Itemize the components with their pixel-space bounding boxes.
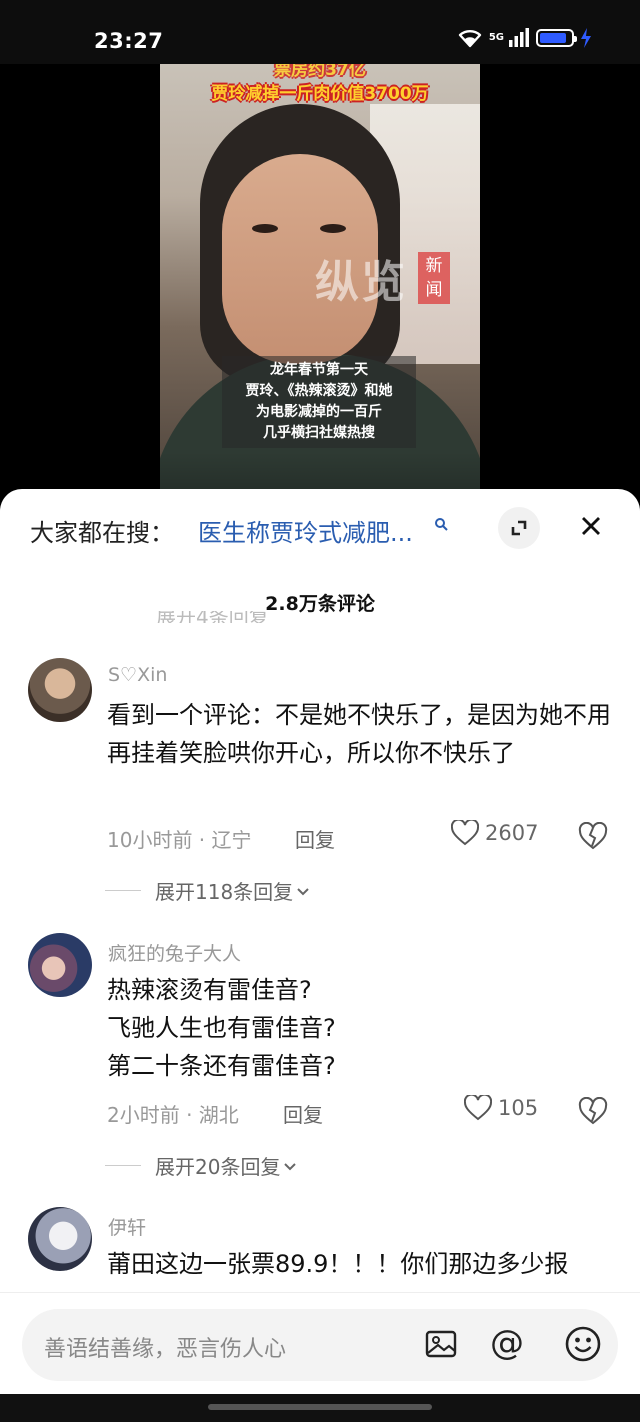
- comment-username[interactable]: S♡Xin: [108, 664, 167, 686]
- reply-button[interactable]: 回复: [283, 1099, 323, 1128]
- comment-input-placeholder: 善语结善缘，恶言伤人心: [44, 1337, 287, 1362]
- watermark-logo: 纵览: [315, 257, 407, 308]
- comment-username[interactable]: 伊轩: [108, 1213, 146, 1240]
- network-type-label: 5G: [488, 32, 504, 43]
- reply-button[interactable]: 回复: [295, 824, 335, 853]
- comment-input[interactable]: 善语结善缘，恶言伤人心 @: [22, 1309, 618, 1381]
- chevron-down-icon: [297, 887, 309, 895]
- charging-bolt-icon: [581, 28, 591, 48]
- watermark-badge: 新闻: [418, 252, 450, 304]
- heart-icon: [464, 1095, 492, 1121]
- emoji-icon[interactable]: [564, 1325, 602, 1363]
- video-frame[interactable]: 票房约37亿 贾玲减掉一斤肉价值3700万 纵览 新闻 龙年春节第一天 贾玲、《…: [160, 64, 480, 504]
- status-icons: 5G: [457, 28, 592, 48]
- trending-search-row[interactable]: 大家都在搜： 医生称贾玲式减肥...: [0, 489, 640, 567]
- expand-replies-button[interactable]: 展开20条回复: [105, 1151, 300, 1180]
- like-button[interactable]: 2607: [451, 820, 538, 846]
- scrolled-expand-replies: 展开4条回复: [156, 611, 269, 623]
- chevron-down-icon: [284, 1162, 297, 1170]
- video-caption-top: 票房约37亿 贾玲减掉一斤肉价值3700万: [211, 64, 429, 104]
- like-count: 2607: [485, 821, 539, 845]
- battery-icon: [536, 29, 577, 47]
- comment-text: 看到一个评论：不是她不快乐了，是因为她不用再挂着笑脸哄你开心，所以你不快乐了: [107, 701, 611, 767]
- avatar[interactable]: [28, 1207, 92, 1271]
- broken-heart-icon[interactable]: [578, 822, 608, 850]
- comments-sheet: 大家都在搜： 医生称贾玲式减肥... 2.8万条评论 展开4条回复 S♡Xin …: [0, 489, 640, 1422]
- video-subtitle: 龙年春节第一天 贾玲、《热辣滚烫》和她 为电影减掉的一百斤 几乎横扫社媒热搜: [222, 356, 416, 448]
- search-icon[interactable]: [434, 517, 448, 531]
- mention-icon[interactable]: @: [490, 1323, 524, 1363]
- avatar[interactable]: [28, 658, 92, 722]
- broken-heart-icon[interactable]: [578, 1097, 608, 1125]
- expand-replies-button[interactable]: 展开118条回复: [105, 876, 313, 905]
- video-player[interactable]: 票房约37亿 贾玲减掉一斤肉价值3700万 纵览 新闻 龙年春节第一天 贾玲、《…: [0, 64, 640, 504]
- comment-text: 莆田这边一张票89.9！！！你们那边多少报: [107, 1250, 569, 1278]
- like-button[interactable]: 105: [464, 1095, 538, 1121]
- status-bar: 23:27 5G: [0, 0, 640, 64]
- comment-item: 伊轩 莆田这边一张票89.9！！！你们那边多少报: [0, 1203, 640, 1293]
- heart-icon: [451, 820, 479, 846]
- status-time: 23:27: [94, 29, 164, 53]
- expand-icon: [511, 520, 527, 536]
- signal-icon: [509, 28, 529, 47]
- wifi-icon: [458, 30, 482, 48]
- battery-fill: [540, 33, 566, 43]
- image-icon[interactable]: [424, 1327, 458, 1361]
- close-icon[interactable]: [576, 511, 606, 541]
- like-count: 105: [498, 1096, 539, 1120]
- comment-username[interactable]: 疯狂的兔子大人: [108, 939, 241, 966]
- comment-time-location: 2小时前 · 湖北: [107, 1103, 239, 1127]
- trending-search-link[interactable]: 医生称贾玲式减肥...: [198, 513, 413, 548]
- trending-search-prefix: 大家都在搜：: [30, 519, 174, 547]
- avatar[interactable]: [28, 933, 92, 997]
- comments-count: 2.8万条评论: [265, 593, 375, 615]
- fullscreen-button[interactable]: [498, 507, 540, 549]
- comment-time-location: 10小时前 · 辽宁: [107, 828, 252, 852]
- comment-text: 热辣滚烫有雷佳音? 飞驰人生也有雷佳音? 第二十条还有雷佳音?: [107, 976, 336, 1080]
- home-indicator[interactable]: [208, 1404, 432, 1410]
